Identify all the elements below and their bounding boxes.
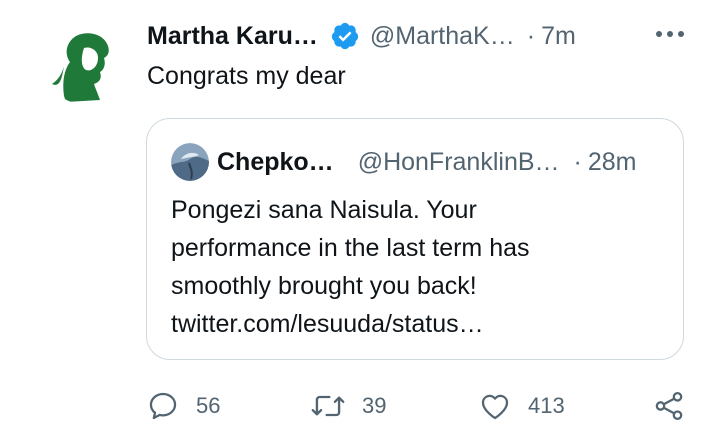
author-name[interactable]: Martha Karu…	[147, 22, 318, 51]
tweet-actions: 56 39 413	[0, 384, 720, 428]
retweet-count: 39	[362, 393, 387, 418]
like-count: 413	[528, 393, 565, 418]
author-avatar[interactable]	[44, 24, 124, 104]
quoted-tweet-timestamp[interactable]: 28m	[588, 148, 637, 177]
quoted-tweet-line: Pongezi sana Naisula. Your	[171, 196, 477, 224]
verified-badge-icon	[331, 22, 358, 50]
tweet-header: Martha Karu… @MarthaK… · 7m	[147, 18, 576, 54]
like-icon	[481, 394, 509, 420]
quoted-author-name[interactable]: Chepko…	[217, 148, 334, 177]
retweet-icon	[311, 395, 345, 417]
quoted-author-avatar[interactable]	[171, 143, 209, 181]
separator-dot: ·	[526, 21, 536, 50]
share-icon	[655, 391, 683, 421]
reply-icon	[149, 392, 177, 420]
quoted-tweet[interactable]: Chepko… @HonFranklinB… · 28m Pongezi san…	[146, 118, 684, 360]
share-button[interactable]	[652, 384, 686, 428]
quoted-tweet-text: Pongezi sana Naisula. Your performance i…	[171, 191, 530, 343]
separator-dot: ·	[573, 147, 582, 176]
tweet-timestamp[interactable]: 7m	[541, 22, 576, 51]
like-button[interactable]: 413	[478, 384, 565, 428]
more-icon[interactable]	[652, 22, 688, 46]
author-handle[interactable]: @MarthaK…	[370, 22, 515, 51]
quoted-author-handle[interactable]: @HonFranklinB…	[358, 148, 560, 177]
reply-button[interactable]: 56	[146, 384, 220, 428]
quoted-tweet-line: performance in the last term has	[171, 234, 530, 262]
quoted-tweet-line: smoothly brought you back!	[171, 272, 477, 300]
quoted-tweet-link[interactable]: twitter.com/lesuuda/status…	[171, 305, 530, 343]
tweet-text: Congrats my dear	[147, 62, 346, 90]
reply-count: 56	[196, 393, 221, 418]
quoted-tweet-header: Chepko… @HonFranklinB… · 28m	[217, 145, 637, 179]
retweet-button[interactable]: 39	[310, 384, 386, 428]
